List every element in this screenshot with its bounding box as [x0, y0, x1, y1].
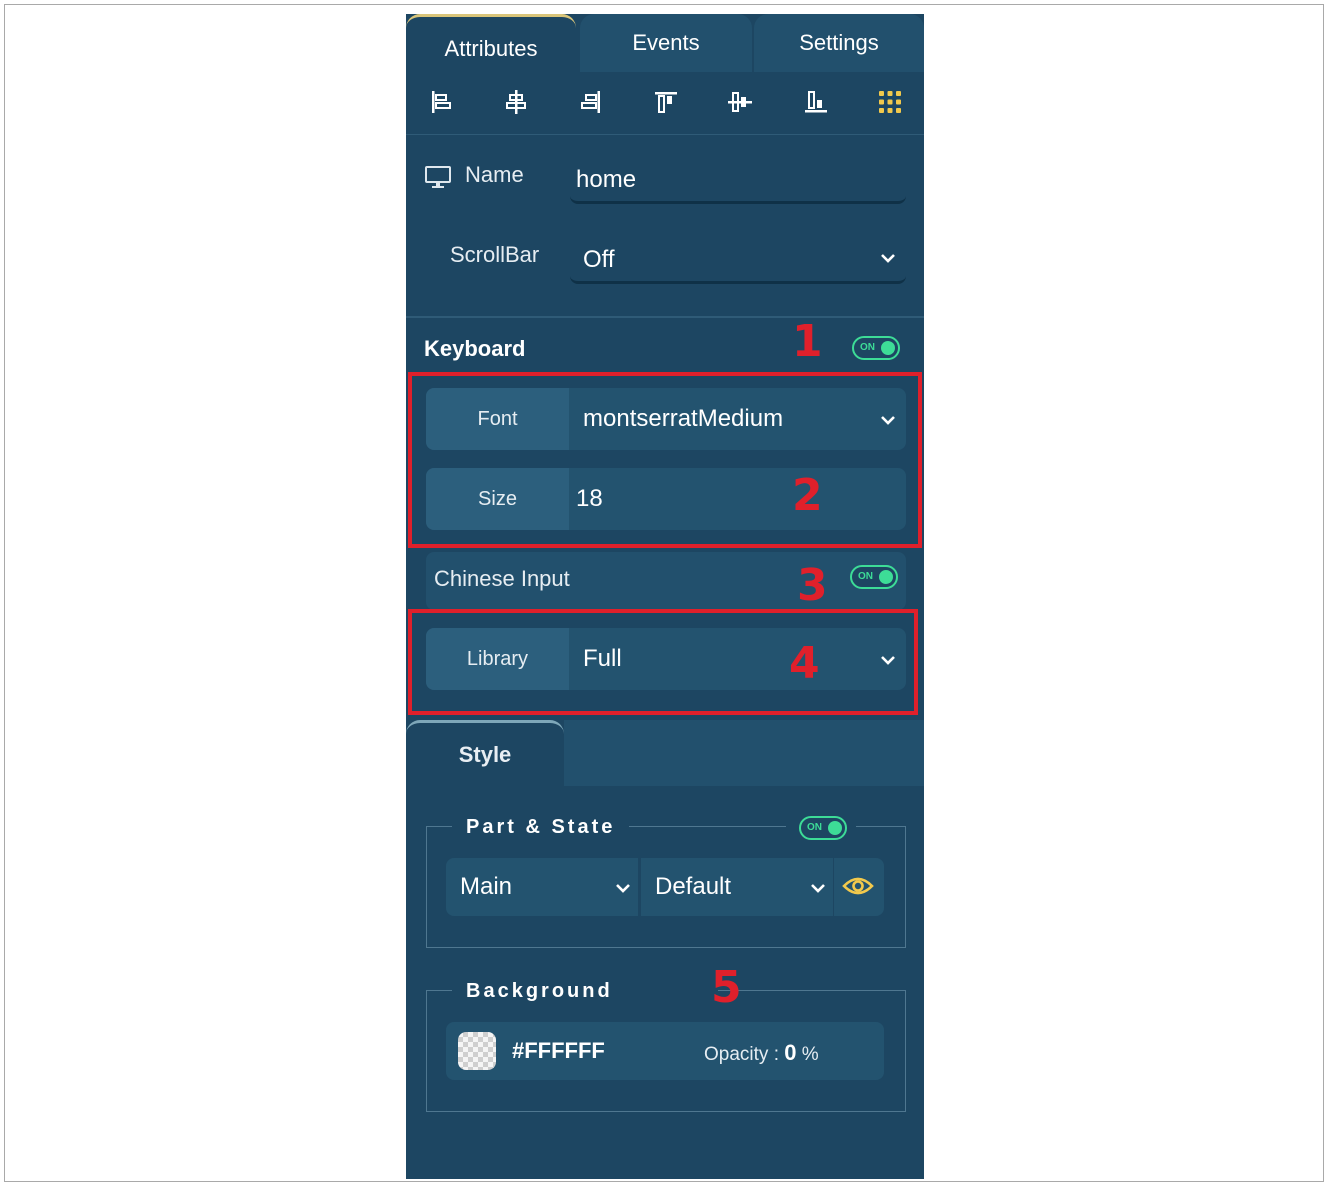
- state-select[interactable]: Default: [641, 858, 833, 916]
- chevron-down-icon: [878, 248, 898, 268]
- tab-events-label: Events: [632, 30, 700, 55]
- tab-settings[interactable]: Settings: [754, 14, 924, 72]
- toggle-knob: [879, 570, 893, 584]
- section-divider: [406, 316, 924, 318]
- chinese-input-row: Chinese Input: [426, 552, 906, 610]
- part-state-toggle[interactable]: ON: [799, 816, 847, 840]
- monitor-icon: [424, 164, 454, 190]
- tab-settings-label: Settings: [799, 30, 879, 55]
- library-label: Library: [426, 628, 569, 690]
- scrollbar-value: Off: [583, 245, 615, 273]
- tab-style-label: Style: [458, 741, 512, 767]
- scrollbar-label: ScrollBar: [450, 242, 540, 267]
- align-bottom-icon[interactable]: [802, 88, 830, 116]
- tab-bar: Events Settings Attributes: [406, 14, 924, 72]
- name-input[interactable]: home: [570, 158, 906, 204]
- align-top-icon[interactable]: [652, 88, 680, 116]
- chinese-input-label: Chinese Input: [434, 566, 570, 591]
- part-state-legend: Part & State: [452, 816, 630, 839]
- tab-style[interactable]: Style: [406, 720, 564, 786]
- size-value: 18: [576, 485, 603, 512]
- align-center-horizontal-icon[interactable]: [502, 88, 530, 116]
- part-value: Main: [460, 873, 513, 900]
- chevron-down-icon: [878, 650, 898, 670]
- toggle-knob: [828, 821, 842, 835]
- font-label: Font: [426, 388, 569, 450]
- chinese-input-toggle[interactable]: ON: [850, 565, 898, 589]
- toggle-knob: [881, 341, 895, 355]
- align-right-icon[interactable]: [576, 88, 604, 116]
- font-value: montserratMedium: [583, 405, 784, 432]
- eye-icon: [842, 874, 874, 898]
- properties-panel: Events Settings Attributes Name home Scr…: [406, 14, 924, 1179]
- alignment-toolbar: [406, 72, 924, 135]
- background-hex: #FFFFFF: [512, 1038, 605, 1063]
- color-swatch[interactable]: [458, 1032, 496, 1070]
- background-color-row[interactable]: #FFFFFF Opacity : 0 %: [446, 1022, 884, 1080]
- library-select[interactable]: Library Full: [426, 628, 906, 690]
- tab-attributes[interactable]: Attributes: [406, 14, 576, 72]
- part-state-toggle-text: ON: [807, 822, 822, 833]
- annotation-number-2: 2: [792, 470, 823, 521]
- size-label: Size: [426, 468, 569, 530]
- state-value: Default: [655, 873, 732, 900]
- keyboard-toggle[interactable]: ON: [852, 336, 900, 360]
- size-input[interactable]: Size 18: [426, 468, 906, 530]
- opacity-unit: %: [801, 1044, 819, 1065]
- name-label: Name: [465, 162, 524, 187]
- annotation-number-4: 4: [789, 638, 820, 689]
- style-tab-strip: [564, 720, 924, 786]
- chevron-down-icon: [613, 878, 633, 898]
- legend-gap: [620, 980, 718, 1002]
- align-left-icon[interactable]: [428, 88, 456, 116]
- grid-icon[interactable]: [876, 88, 904, 116]
- library-value: Full: [583, 645, 622, 672]
- keyboard-title: Keyboard: [424, 336, 526, 361]
- font-select[interactable]: Font montserratMedium: [426, 388, 906, 450]
- chevron-down-icon: [878, 410, 898, 430]
- scrollbar-select[interactable]: Off: [570, 238, 906, 284]
- background-legend: Background: [452, 980, 627, 1003]
- chinese-input-toggle-text: ON: [858, 571, 873, 582]
- opacity-value: 0: [784, 1040, 797, 1065]
- annotation-number-1: 1: [792, 316, 823, 367]
- chevron-down-icon: [808, 878, 828, 898]
- opacity-label: Opacity :: [704, 1044, 779, 1065]
- opacity-readout[interactable]: Opacity : 0 %: [704, 1040, 819, 1066]
- align-center-vertical-icon[interactable]: [726, 88, 754, 116]
- annotation-number-5: 5: [711, 962, 742, 1013]
- tab-events[interactable]: Events: [580, 14, 752, 72]
- annotation-number-3: 3: [797, 560, 828, 611]
- tab-attributes-label: Attributes: [444, 35, 538, 61]
- part-select[interactable]: Main: [446, 858, 638, 916]
- keyboard-toggle-text: ON: [860, 342, 875, 353]
